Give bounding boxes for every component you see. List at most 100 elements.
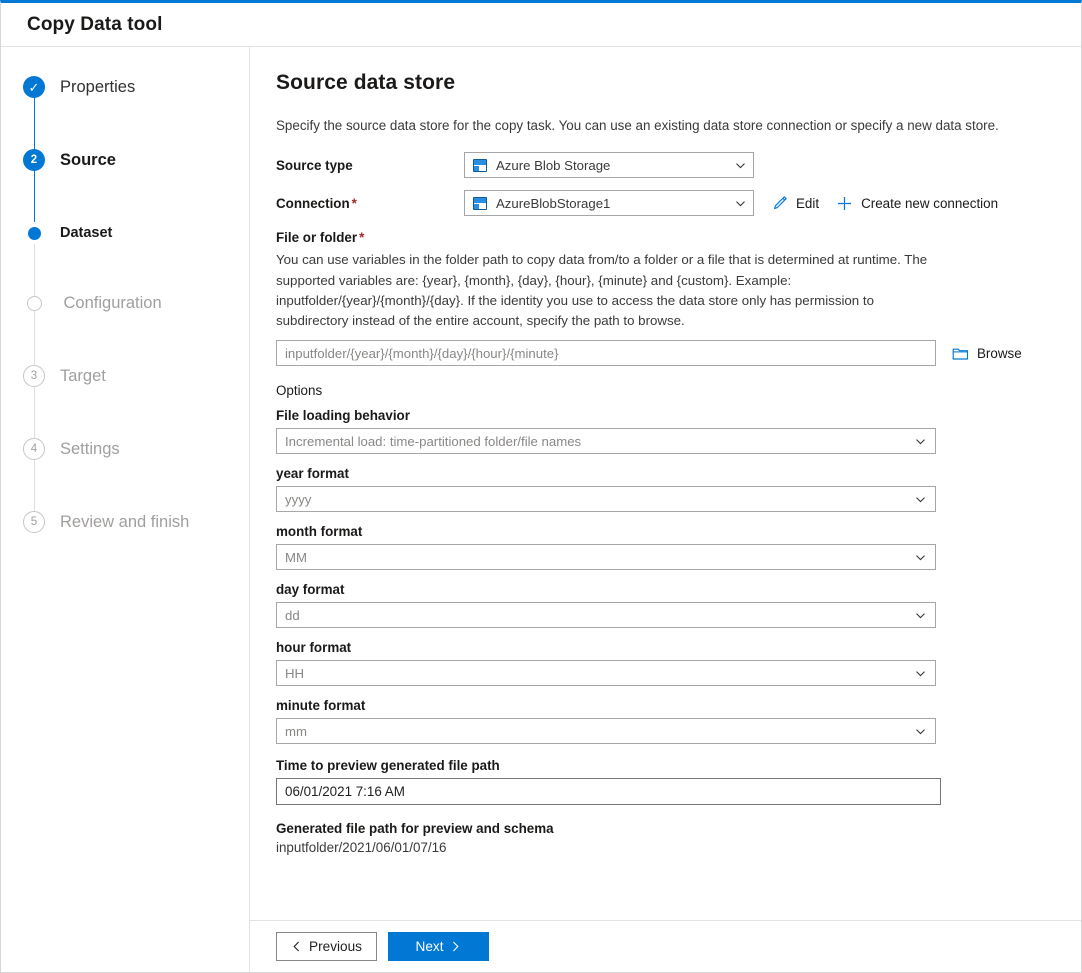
field-hour-format: hour format HH xyxy=(276,640,1055,686)
sidebar-step-target[interactable]: 3 Target xyxy=(1,362,249,390)
sidebar-step-configuration-label: Configuration xyxy=(64,294,162,313)
chevron-down-icon xyxy=(914,435,927,448)
file-loading-behavior-label: File loading behavior xyxy=(276,408,1055,423)
folder-icon xyxy=(952,346,969,361)
edit-connection-button[interactable]: Edit xyxy=(772,195,819,211)
azure-blob-storage-icon xyxy=(473,197,487,210)
hour-format-value: HH xyxy=(285,666,304,681)
azure-blob-storage-icon xyxy=(473,159,487,172)
chevron-right-icon xyxy=(450,940,461,953)
copy-data-tool-window: Copy Data tool ✓ Properties 2 Source Dat… xyxy=(0,0,1082,973)
field-year-format: year format yyyy xyxy=(276,466,1055,512)
file-or-folder-help-text: You can use variables in the folder path… xyxy=(276,250,931,331)
year-format-label: year format xyxy=(276,466,1055,481)
required-asterisk: * xyxy=(359,230,364,245)
file-or-folder-placeholder: inputfolder/{year}/{month}/{day}/{hour}/… xyxy=(285,346,559,361)
empty-circle-icon xyxy=(27,296,42,311)
year-format-dropdown[interactable]: yyyy xyxy=(276,486,936,512)
day-format-dropdown[interactable]: dd xyxy=(276,602,936,628)
step-number-circle-icon: 5 xyxy=(23,511,45,533)
source-type-dropdown[interactable]: Azure Blob Storage xyxy=(464,152,754,178)
connection-dropdown[interactable]: AzureBlobStorage1 xyxy=(464,190,754,216)
pencil-icon xyxy=(772,195,788,211)
file-or-folder-input[interactable]: inputfolder/{year}/{month}/{day}/{hour}/… xyxy=(276,340,936,366)
sidebar-step-properties[interactable]: ✓ Properties xyxy=(1,73,249,101)
window-titlebar: Copy Data tool xyxy=(1,3,1081,47)
time-to-preview-label: Time to preview generated file path xyxy=(276,758,1055,773)
chevron-down-icon xyxy=(734,197,747,210)
page-intro-text: Specify the source data store for the co… xyxy=(276,116,1055,135)
browse-button[interactable]: Browse xyxy=(952,346,1022,361)
step-number-circle-icon: 2 xyxy=(23,149,45,171)
field-minute-format: minute format mm xyxy=(276,698,1055,744)
chevron-down-icon xyxy=(914,551,927,564)
field-file-loading-behavior: File loading behavior Incremental load: … xyxy=(276,408,1055,454)
sidebar-step-dataset-label: Dataset xyxy=(60,225,112,241)
connection-actions: Edit Create new connection xyxy=(772,195,998,212)
page-title: Source data store xyxy=(276,71,1055,95)
options-section-title: Options xyxy=(276,383,1055,398)
main-pane: Source data store Specify the source dat… xyxy=(250,47,1081,972)
generated-file-path-label: Generated file path for preview and sche… xyxy=(276,821,1055,836)
connection-value: AzureBlobStorage1 xyxy=(496,196,610,211)
next-button-label: Next xyxy=(416,939,444,954)
main-content: Source data store Specify the source dat… xyxy=(250,47,1081,920)
connection-label-text: Connection xyxy=(276,196,350,211)
sidebar-step-review-and-finish[interactable]: 5 Review and finish xyxy=(1,508,249,536)
sidebar-step-settings[interactable]: 4 Settings xyxy=(1,435,249,463)
sidebar-step-settings-label: Settings xyxy=(60,440,120,459)
plus-icon xyxy=(836,195,853,212)
field-day-format: day format dd xyxy=(276,582,1055,628)
step-number-circle-icon: 3 xyxy=(23,365,45,387)
source-type-label: Source type xyxy=(276,158,464,173)
year-format-value: yyyy xyxy=(285,492,311,507)
browse-label: Browse xyxy=(977,346,1022,361)
file-loading-behavior-dropdown[interactable]: Incremental load: time-partitioned folde… xyxy=(276,428,936,454)
file-or-folder-input-row: inputfolder/{year}/{month}/{day}/{hour}/… xyxy=(276,340,1055,366)
source-type-value: Azure Blob Storage xyxy=(496,158,610,173)
previous-button[interactable]: Previous xyxy=(276,932,377,961)
month-format-dropdown[interactable]: MM xyxy=(276,544,936,570)
minute-format-dropdown[interactable]: mm xyxy=(276,718,936,744)
file-or-folder-label-text: File or folder xyxy=(276,230,357,245)
wizard-sidebar: ✓ Properties 2 Source Dataset Configurat… xyxy=(1,47,250,972)
month-format-label: month format xyxy=(276,524,1055,539)
month-format-value: MM xyxy=(285,550,307,565)
check-circle-icon: ✓ xyxy=(23,76,45,98)
field-time-to-preview: Time to preview generated file path 06/0… xyxy=(276,758,1055,805)
chevron-down-icon xyxy=(914,725,927,738)
sidebar-step-dataset[interactable]: Dataset xyxy=(1,219,249,247)
day-format-label: day format xyxy=(276,582,1055,597)
sidebar-step-configuration[interactable]: Configuration xyxy=(1,289,249,317)
next-button[interactable]: Next xyxy=(388,932,489,961)
window-body: ✓ Properties 2 Source Dataset Configurat… xyxy=(1,47,1081,972)
chevron-down-icon xyxy=(914,493,927,506)
required-asterisk: * xyxy=(352,196,357,211)
minute-format-label: minute format xyxy=(276,698,1055,713)
step-number-circle-icon: 4 xyxy=(23,438,45,460)
sidebar-step-properties-label: Properties xyxy=(60,78,135,97)
sidebar-step-source-label: Source xyxy=(60,151,116,170)
time-to-preview-value: 06/01/2021 7:16 AM xyxy=(285,784,405,799)
generated-file-path-value: inputfolder/2021/06/01/07/16 xyxy=(276,840,1055,855)
file-or-folder-label: File or folder* xyxy=(276,230,1055,245)
dot-icon xyxy=(23,222,45,244)
wizard-footer: Previous Next xyxy=(250,920,1081,972)
time-to-preview-input[interactable]: 06/01/2021 7:16 AM xyxy=(276,778,941,805)
source-type-row: Source type Azure Blob Storage xyxy=(276,152,1055,178)
sidebar-step-review-and-finish-label: Review and finish xyxy=(60,513,189,532)
minute-format-value: mm xyxy=(285,724,307,739)
hour-format-dropdown[interactable]: HH xyxy=(276,660,936,686)
create-new-connection-button[interactable]: Create new connection xyxy=(836,195,998,212)
window-title: Copy Data tool xyxy=(27,14,162,36)
chevron-down-icon xyxy=(914,667,927,680)
day-format-value: dd xyxy=(285,608,300,623)
create-new-connection-label: Create new connection xyxy=(861,196,998,211)
sidebar-step-target-label: Target xyxy=(60,367,106,386)
edit-connection-label: Edit xyxy=(796,196,819,211)
sidebar-step-source[interactable]: 2 Source xyxy=(1,146,249,174)
hour-format-label: hour format xyxy=(276,640,1055,655)
chevron-left-icon xyxy=(291,940,302,953)
file-loading-behavior-value: Incremental load: time-partitioned folde… xyxy=(285,434,581,449)
connection-label: Connection* xyxy=(276,196,464,211)
